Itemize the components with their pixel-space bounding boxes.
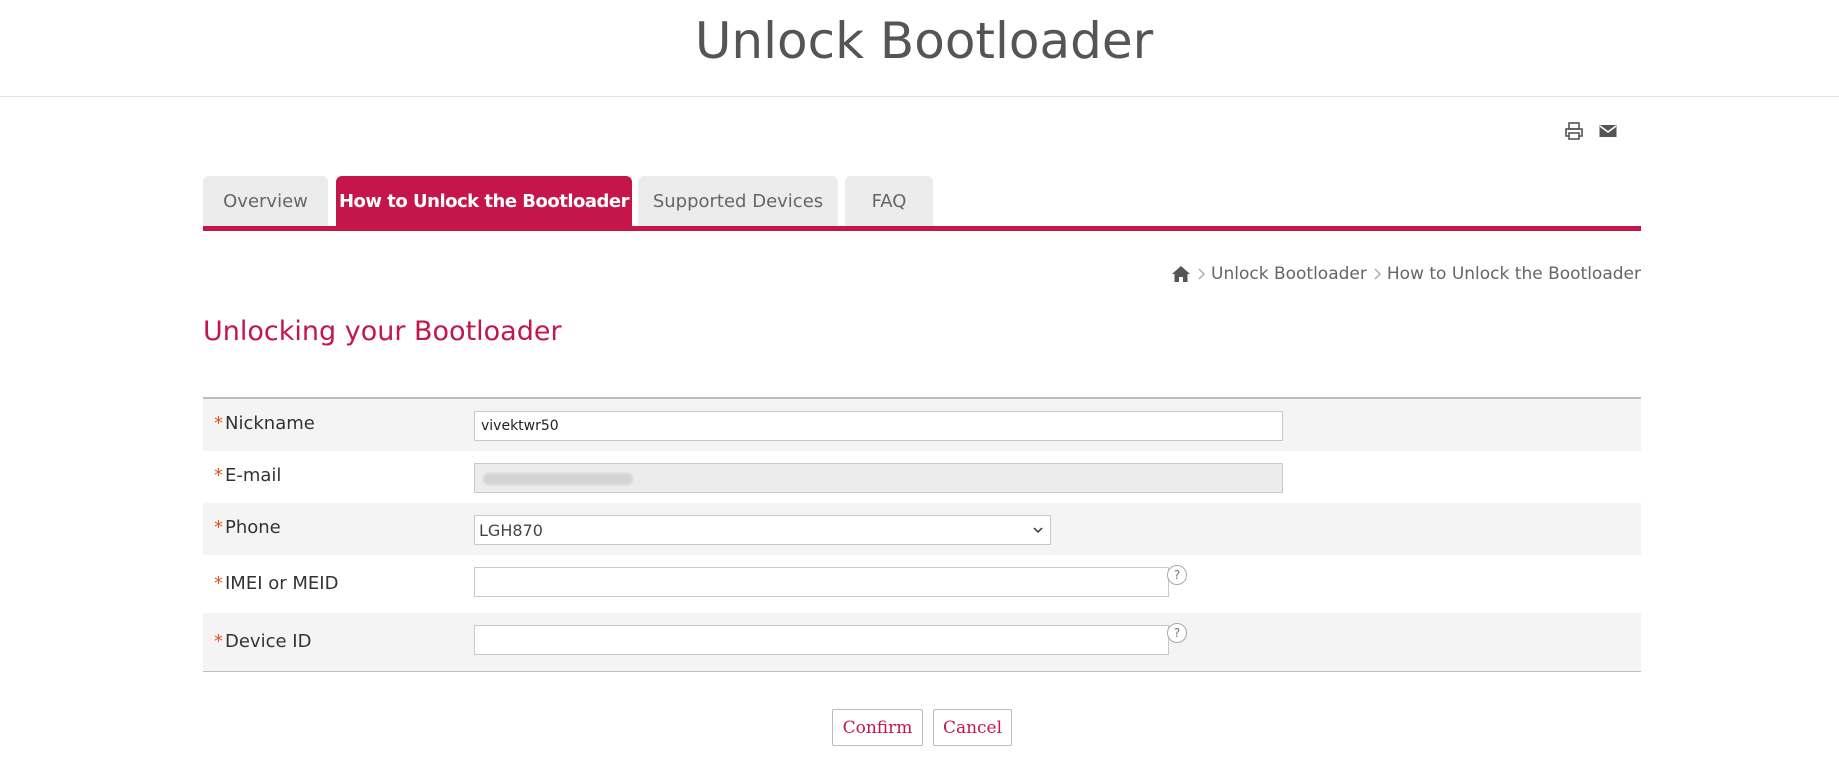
tab-how-to-unlock[interactable]: How to Unlock the Bootloader — [336, 176, 632, 226]
tab-label: Supported Devices — [652, 190, 824, 212]
imei-help-icon[interactable]: ? — [1167, 565, 1187, 585]
email-icon[interactable] — [1598, 121, 1618, 141]
form-row-nickname: * Nickname — [203, 399, 1641, 451]
email-label: * E-mail — [214, 465, 282, 486]
device-id-input[interactable] — [474, 625, 1169, 655]
utility-icons — [1564, 121, 1618, 141]
chevron-right-icon — [1198, 268, 1206, 280]
imei-label: * IMEI or MEID — [214, 573, 339, 594]
breadcrumb-item-unlock-bootloader[interactable]: Unlock Bootloader — [1211, 264, 1367, 284]
redacted-email — [483, 473, 633, 485]
confirm-button[interactable]: Confirm — [832, 709, 923, 746]
chevron-right-icon — [1374, 268, 1381, 280]
unlock-form: *Nickname *E-mail *Phone LGH870 *IMEI or… — [203, 397, 1641, 672]
phone-select[interactable]: LGH870 — [474, 515, 1051, 545]
section-title: Unlocking your Bootloader — [203, 316, 562, 347]
tab-supported-devices[interactable]: Supported Devices — [638, 176, 838, 226]
required-mark: * — [214, 465, 223, 486]
form-row-imei: * IMEI or MEID ? — [203, 555, 1641, 613]
breadcrumb-item-current: How to Unlock the Bootloader — [1386, 264, 1641, 284]
tab-label: FAQ — [871, 190, 907, 212]
email-field — [474, 463, 1283, 493]
breadcrumb: Unlock Bootloader How to Unlock the Boot… — [1171, 264, 1641, 284]
cancel-button[interactable]: Cancel — [933, 709, 1012, 746]
print-icon[interactable] — [1564, 121, 1584, 141]
page-title: Unlock Bootloader — [694, 12, 1154, 70]
tab-faq[interactable]: FAQ — [845, 176, 933, 226]
home-icon[interactable] — [1171, 265, 1191, 283]
tab-underline — [203, 226, 1641, 231]
device-id-help-icon[interactable]: ? — [1167, 623, 1187, 643]
chevron-down-icon — [1033, 527, 1043, 534]
required-mark: * — [214, 631, 223, 652]
form-row-device-id: * Device ID ? — [203, 613, 1641, 671]
device-id-label: * Device ID — [214, 631, 312, 652]
nickname-input[interactable] — [474, 411, 1283, 441]
tab-label: How to Unlock the Bootloader — [338, 190, 630, 212]
nickname-label: * Nickname — [214, 413, 315, 434]
tab-label: Overview — [223, 190, 308, 212]
form-row-phone: * Phone LGH870 — [203, 503, 1641, 555]
required-mark: * — [214, 517, 223, 538]
tab-bar: Overview How to Unlock the Bootloader Su… — [203, 176, 1641, 231]
tab-overview[interactable]: Overview — [203, 176, 328, 226]
phone-label: * Phone — [214, 517, 281, 538]
required-mark: * — [214, 573, 223, 594]
page-header: Unlock Bootloader — [0, 0, 1839, 97]
form-row-email: * E-mail — [203, 451, 1641, 503]
required-mark: * — [214, 413, 223, 434]
imei-input[interactable] — [474, 567, 1169, 597]
phone-selected-value: LGH870 — [479, 521, 543, 540]
